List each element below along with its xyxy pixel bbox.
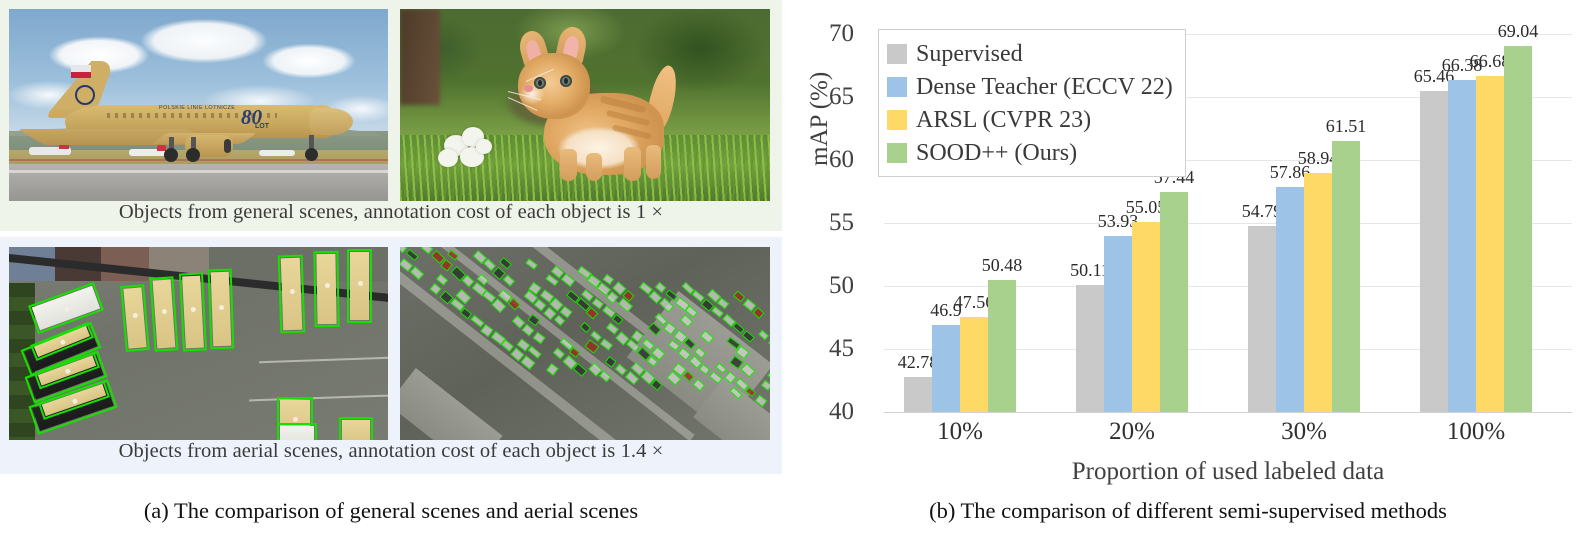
x-axis-label: Proportion of used labeled data	[1071, 458, 1385, 485]
legend-label: Dense Teacher (ECCV 22)	[916, 73, 1173, 100]
general-scenes-panel: POLSKIE LINIE LOTNICZE 80 LOT Objects fr…	[0, 0, 782, 231]
legend-label: SOOD++ (Ours)	[916, 139, 1078, 166]
bar-supervised-30pct	[1248, 225, 1276, 412]
x-axis-line	[884, 412, 1572, 413]
legend-label: ARSL (CVPR 23)	[916, 106, 1092, 133]
legend-item[interactable]: SOOD++ (Ours)	[887, 136, 1173, 169]
aerial-scenes-panel: Objects from aerial scenes, annotation c…	[0, 237, 782, 474]
legend-item[interactable]: Supervised	[887, 37, 1173, 70]
y-axis-tick-45: 45	[829, 335, 854, 362]
y-axis-tick-40: 40	[829, 398, 854, 425]
bar-arsl-cvpr-23-20pct	[1132, 222, 1160, 412]
y-axis-tick-70: 70	[829, 20, 854, 47]
aerial-buses-photo	[9, 247, 388, 440]
y-axis-label: mAP (%)	[806, 71, 833, 166]
x-axis-tick-20pct: 20%	[1109, 418, 1155, 445]
legend-swatch-icon	[887, 142, 907, 163]
bar-sood-ours-20pct	[1160, 192, 1188, 412]
bar-value-label: 50.48	[981, 254, 1023, 275]
bar-supervised-100pct	[1420, 91, 1448, 412]
bar-sood-ours-10pct	[988, 279, 1016, 412]
bar-supervised-10pct	[904, 376, 932, 412]
bar-sood-ours-100pct	[1504, 46, 1532, 412]
aerial-parking-photo	[400, 247, 770, 440]
bar-arsl-cvpr-23-30pct	[1304, 173, 1332, 412]
bar-dense-teacher-eccv-22-30pct	[1276, 186, 1304, 412]
airplane-photo: POLSKIE LINIE LOTNICZE 80 LOT	[9, 9, 388, 201]
kitten-photo	[400, 9, 770, 201]
legend-label: Supervised	[916, 40, 1023, 67]
panel-semi-supervised-comparison: 40 45 50 55 60 65 70 42.78 46.9 47.56 50.48 10% 50.1…	[782, 0, 1594, 548]
bar-dense-teacher-eccv-22-100pct	[1448, 79, 1476, 412]
x-axis-tick-100pct: 100%	[1446, 418, 1506, 445]
general-scenes-caption: Objects from general scenes, annotation …	[118, 201, 664, 223]
general-scenes-image-row: POLSKIE LINIE LOTNICZE 80 LOT	[9, 9, 770, 201]
bar-value-label: 69.04	[1497, 21, 1539, 42]
legend-swatch-icon	[887, 76, 907, 97]
bar-dense-teacher-eccv-22-10pct	[932, 325, 960, 412]
bar-supervised-20pct	[1076, 284, 1104, 412]
bar-value-label: 61.51	[1325, 115, 1367, 136]
aerial-scenes-image-row	[9, 247, 770, 440]
bar-arsl-cvpr-23-10pct	[960, 316, 988, 412]
subcaption-a: (a) The comparison of general scenes and…	[143, 498, 639, 523]
bar-sood-ours-30pct	[1332, 140, 1360, 412]
bar-dense-teacher-eccv-22-20pct	[1104, 236, 1132, 412]
y-axis-tick-55: 55	[829, 209, 854, 236]
legend-item[interactable]: Dense Teacher (ECCV 22)	[887, 70, 1173, 103]
chart-legend: Supervised Dense Teacher (ECCV 22) ARSL (C…	[878, 29, 1186, 177]
legend-swatch-icon	[887, 43, 907, 64]
legend-item[interactable]: ARSL (CVPR 23)	[887, 103, 1173, 136]
x-axis-tick-10pct: 10%	[937, 418, 983, 445]
figure-root: POLSKIE LINIE LOTNICZE 80 LOT Objects fr…	[0, 0, 1594, 548]
y-axis-tick-50: 50	[829, 272, 854, 299]
x-axis-tick-30pct: 30%	[1281, 418, 1327, 445]
legend-swatch-icon	[887, 109, 907, 130]
bar-chart: 40 45 50 55 60 65 70 42.78 46.9 47.56 50.48 10% 50.1…	[782, 0, 1594, 485]
bar-arsl-cvpr-23-100pct	[1476, 75, 1504, 412]
subcaption-b: (b) The comparison of different semi-sup…	[929, 498, 1447, 523]
aerial-scenes-caption: Objects from aerial scenes, annotation c…	[118, 440, 664, 462]
panel-general-vs-aerial: POLSKIE LINIE LOTNICZE 80 LOT Objects fr…	[0, 0, 782, 548]
